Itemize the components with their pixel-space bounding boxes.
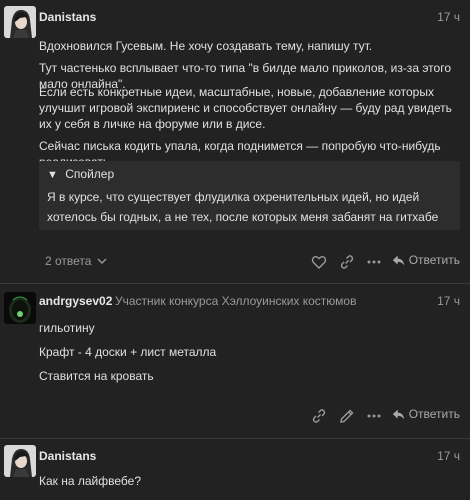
- post-3: Danistans 17 ч Как на лайфвебе?: [0, 439, 470, 500]
- spoiler-toggle[interactable]: ▼ Спойлер: [47, 167, 114, 181]
- avatar[interactable]: [4, 6, 36, 38]
- post-paragraph: Как на лайфвебе?: [39, 474, 141, 488]
- reply-arrow-icon: [392, 409, 404, 420]
- post-1: Danistans 17 ч Вдохновился Гусевым. Не х…: [0, 0, 470, 282]
- username[interactable]: andrgysev02: [39, 294, 112, 308]
- username[interactable]: Danistans: [39, 10, 96, 24]
- avatar[interactable]: [4, 445, 36, 477]
- replies-count: 2 ответа: [45, 254, 92, 268]
- avatar[interactable]: [4, 292, 36, 324]
- reply-button[interactable]: Ответить: [392, 407, 460, 421]
- ellipsis-icon[interactable]: [366, 254, 382, 270]
- ellipsis-icon[interactable]: [366, 408, 382, 424]
- triangle-down-icon: ▼: [47, 169, 58, 181]
- reply-label: Ответить: [408, 407, 460, 421]
- link-icon[interactable]: [311, 408, 327, 424]
- spoiler-title: Спойлер: [65, 167, 115, 181]
- spoiler-block: ▼ Спойлер Я в курсе, что существует флуд…: [39, 161, 460, 230]
- spoiler-content: Я в курсе, что существует флудилка охрен…: [47, 190, 439, 224]
- post-paragraph: Если есть конкретные идеи, масштабные, н…: [39, 85, 452, 131]
- post-time[interactable]: 17 ч: [437, 10, 460, 24]
- post-time[interactable]: 17 ч: [437, 449, 460, 463]
- post-time[interactable]: 17 ч: [437, 294, 460, 308]
- link-icon[interactable]: [339, 254, 355, 270]
- post-controls: 2 ответа Ответить: [0, 252, 470, 272]
- post-paragraph: Ставится на кровать: [39, 369, 154, 383]
- chevron-down-icon: [97, 258, 107, 264]
- username[interactable]: Danistans: [39, 449, 96, 463]
- post-paragraph: Вдохновился Гусевым. Не хочу создавать т…: [39, 39, 373, 53]
- reply-button[interactable]: Ответить: [392, 253, 460, 267]
- show-replies-button[interactable]: 2 ответа: [45, 254, 107, 268]
- user-title: Участник конкурса Хэллоуинских костюмов: [115, 294, 357, 308]
- reply-label: Ответить: [408, 253, 460, 267]
- reply-arrow-icon: [392, 255, 404, 266]
- post-controls: Ответить: [0, 406, 470, 426]
- pencil-icon[interactable]: [339, 408, 355, 424]
- post-2: andrgysev02 Участник конкурса Хэллоуинск…: [0, 284, 470, 438]
- post-paragraph: гильотину: [39, 321, 95, 335]
- post-paragraph: Крафт - 4 доски + лист металла: [39, 345, 217, 359]
- heart-icon[interactable]: [311, 254, 327, 270]
